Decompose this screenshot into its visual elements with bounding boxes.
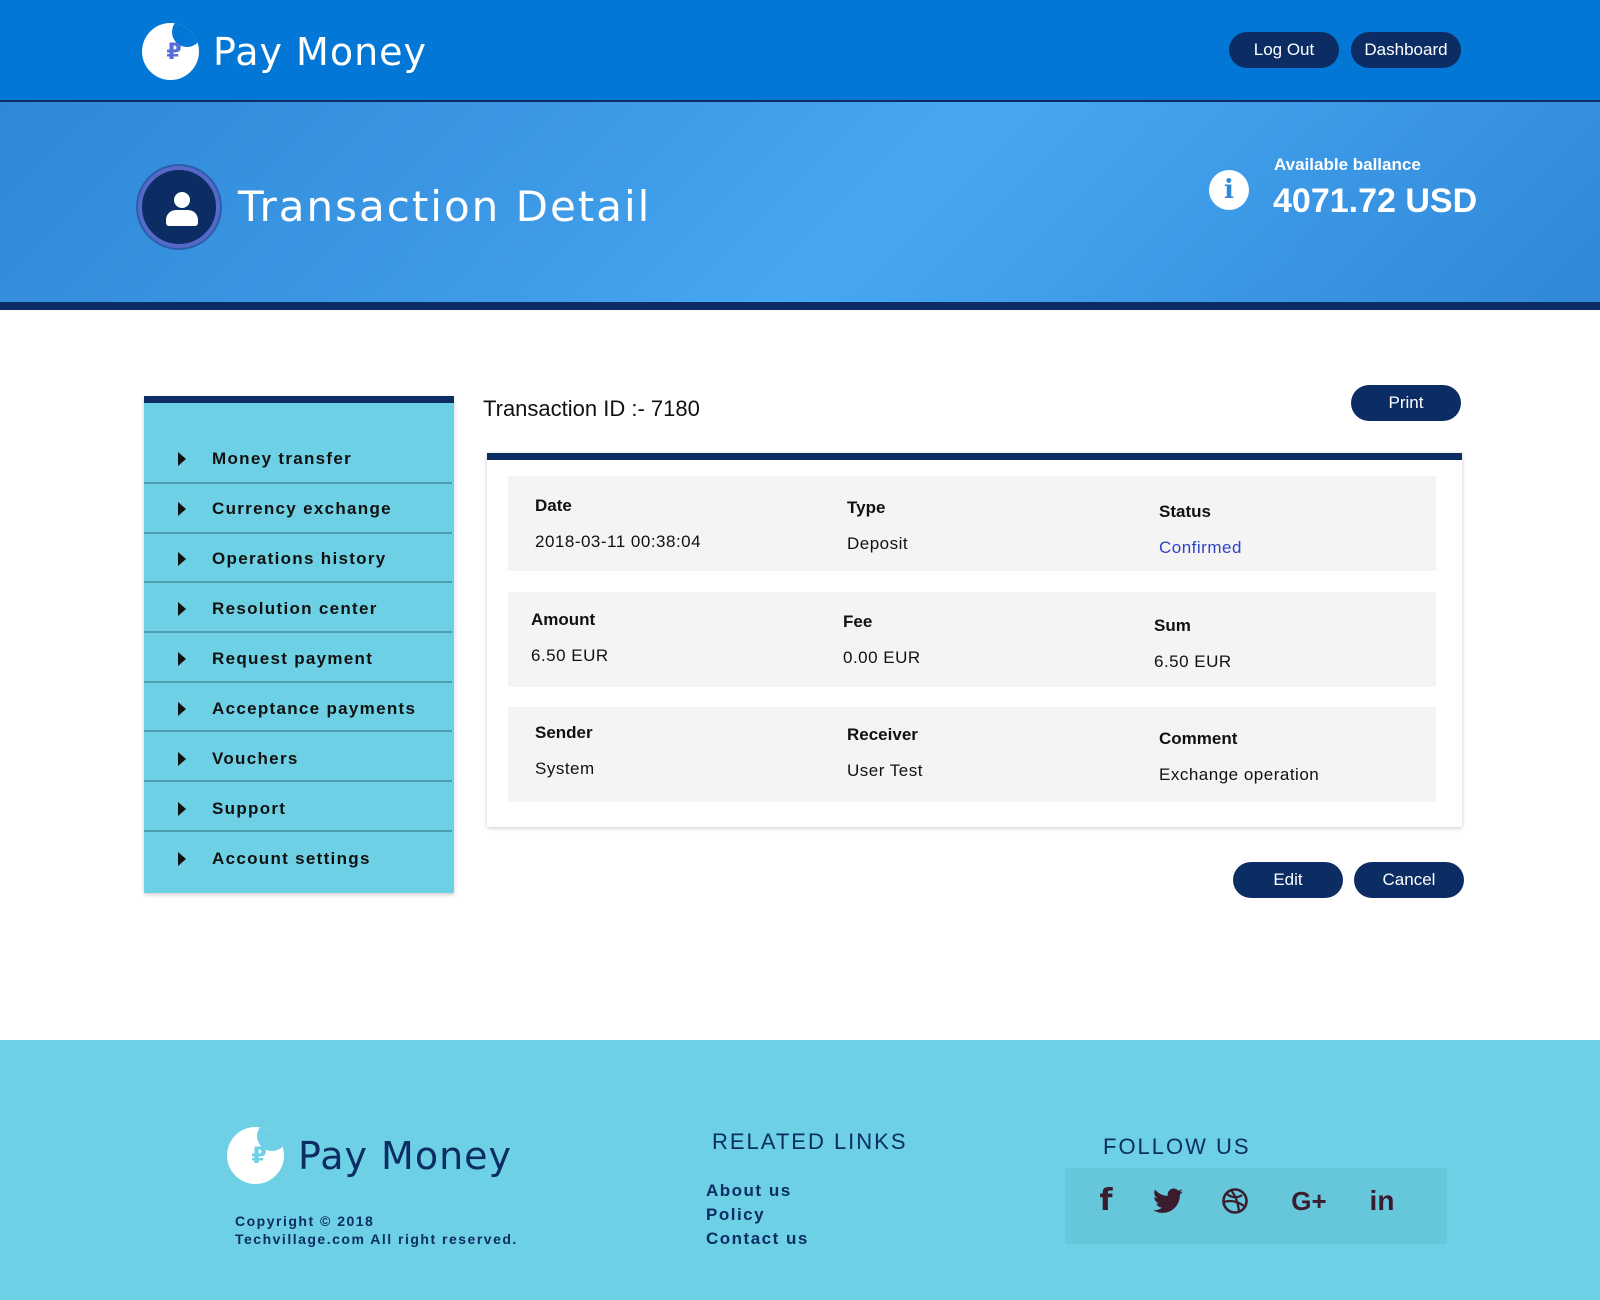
type-header: Type xyxy=(847,498,886,517)
sidebar-item-label: Support xyxy=(212,799,287,818)
sidebar-item-acceptance-payments[interactable]: Acceptance payments xyxy=(144,684,452,734)
sidebar-item-label: Request payment xyxy=(212,649,374,668)
sidebar-menu: Money transfer Currency exchange Operati… xyxy=(144,396,454,893)
copyright-line: Copyright © 2018 xyxy=(235,1213,375,1229)
sidebar-item-resolution-center[interactable]: Resolution center xyxy=(144,584,452,634)
amount-value: 6.50 EUR xyxy=(531,646,609,665)
status-value: Confirmed xyxy=(1159,538,1242,557)
caret-right-icon xyxy=(178,552,186,566)
receiver-header: Receiver xyxy=(847,725,918,744)
sidebar-item-label: Account settings xyxy=(212,849,371,868)
divider xyxy=(144,681,452,683)
page-title: Transaction Detail xyxy=(238,182,652,231)
caret-right-icon xyxy=(178,702,186,716)
sidebar-item-currency-exchange[interactable]: Currency exchange xyxy=(144,484,452,534)
footer-link-about-us[interactable]: About us xyxy=(706,1181,792,1201)
balance-label: Available ballance xyxy=(1274,155,1421,174)
footer-link-policy[interactable]: Policy xyxy=(706,1205,765,1225)
amount-header: Amount xyxy=(531,610,596,629)
fee-header: Fee xyxy=(843,612,873,631)
caret-right-icon xyxy=(178,802,186,816)
sidebar-item-label: Resolution center xyxy=(212,599,378,618)
linkedin-icon[interactable]: in xyxy=(1365,1183,1399,1219)
sidebar-item-operations-history[interactable]: Operations history xyxy=(144,534,452,584)
divider xyxy=(144,730,452,732)
pay-money-logo-icon: ₽ xyxy=(227,1127,284,1184)
google-plus-icon[interactable]: G+ xyxy=(1287,1183,1331,1219)
logout-button[interactable]: Log Out xyxy=(1229,32,1339,68)
caret-right-icon xyxy=(178,752,186,766)
sidebar-item-account-settings[interactable]: Account settings xyxy=(144,834,452,884)
fee-value: 0.00 EUR xyxy=(843,648,921,667)
date-header: Date xyxy=(535,496,572,515)
transaction-id: Transaction ID :- 7180 xyxy=(483,396,700,421)
edit-button[interactable]: Edit xyxy=(1233,862,1343,898)
print-button[interactable]: Print xyxy=(1351,385,1461,421)
caret-right-icon xyxy=(178,852,186,866)
sidebar-item-label: Operations history xyxy=(212,549,387,568)
sidebar-item-label: Vouchers xyxy=(212,749,299,768)
balance-value: 4071.72 USD xyxy=(1273,182,1478,220)
caret-right-icon xyxy=(178,652,186,666)
related-links-heading: RELATED LINKS xyxy=(712,1129,908,1154)
twitter-icon[interactable] xyxy=(1151,1183,1185,1219)
sidebar-item-request-payment[interactable]: Request payment xyxy=(144,634,452,684)
status-header: Status xyxy=(1159,502,1211,521)
info-icon: i xyxy=(1209,170,1249,210)
detail-row: Sender System Receiver User Test Comment… xyxy=(508,707,1436,802)
dribbble-icon[interactable] xyxy=(1220,1183,1250,1219)
sidebar-item-label: Money transfer xyxy=(212,449,353,468)
cancel-button[interactable]: Cancel xyxy=(1354,862,1464,898)
divider xyxy=(144,631,452,633)
sender-header: Sender xyxy=(535,723,593,742)
comment-header: Comment xyxy=(1159,729,1238,748)
sidebar-item-label: Acceptance payments xyxy=(212,699,417,718)
sidebar-item-support[interactable]: Support xyxy=(144,784,452,834)
receiver-value: User Test xyxy=(847,761,923,780)
caret-right-icon xyxy=(178,502,186,516)
brand-name: Pay Money xyxy=(213,29,428,74)
brand-logo[interactable]: ₽ Pay Money xyxy=(142,23,427,80)
follow-us-heading: FOLLOW US xyxy=(1103,1134,1251,1159)
footer-link-contact-us[interactable]: Contact us xyxy=(706,1229,809,1249)
caret-right-icon xyxy=(178,602,186,616)
banner-divider xyxy=(0,302,1600,310)
sidebar-item-money-transfer[interactable]: Money transfer xyxy=(144,434,452,484)
sum-header: Sum xyxy=(1154,616,1191,635)
detail-row: Amount 6.50 EUR Fee 0.00 EUR Sum 6.50 EU… xyxy=(508,592,1436,687)
pay-money-logo-icon: ₽ xyxy=(142,23,199,80)
dashboard-button[interactable]: Dashboard xyxy=(1351,32,1461,68)
sum-value: 6.50 EUR xyxy=(1154,652,1232,671)
comment-value: Exchange operation xyxy=(1159,765,1320,784)
type-value: Deposit xyxy=(847,534,909,553)
copyright-text: Copyright © 2018 Techvillage.com All rig… xyxy=(235,1212,518,1248)
sidebar-item-label: Currency exchange xyxy=(212,499,392,518)
caret-right-icon xyxy=(178,452,186,466)
footer-brand-logo[interactable]: ₽ Pay Money xyxy=(227,1127,512,1184)
transaction-detail-card: Date 2018-03-11 00:38:04 Type Deposit St… xyxy=(487,453,1462,827)
footer-brand-name: Pay Money xyxy=(298,1133,513,1178)
divider xyxy=(144,780,452,782)
sender-value: System xyxy=(535,759,595,778)
user-avatar-icon xyxy=(138,166,220,248)
copyright-line: Techvillage.com All right reserved. xyxy=(235,1231,518,1247)
sidebar-item-vouchers[interactable]: Vouchers xyxy=(144,734,452,784)
date-value: 2018-03-11 00:38:04 xyxy=(535,532,702,551)
detail-row: Date 2018-03-11 00:38:04 Type Deposit St… xyxy=(508,476,1436,571)
divider xyxy=(144,581,452,583)
divider xyxy=(144,830,452,832)
facebook-icon[interactable]: f xyxy=(1094,1183,1118,1219)
